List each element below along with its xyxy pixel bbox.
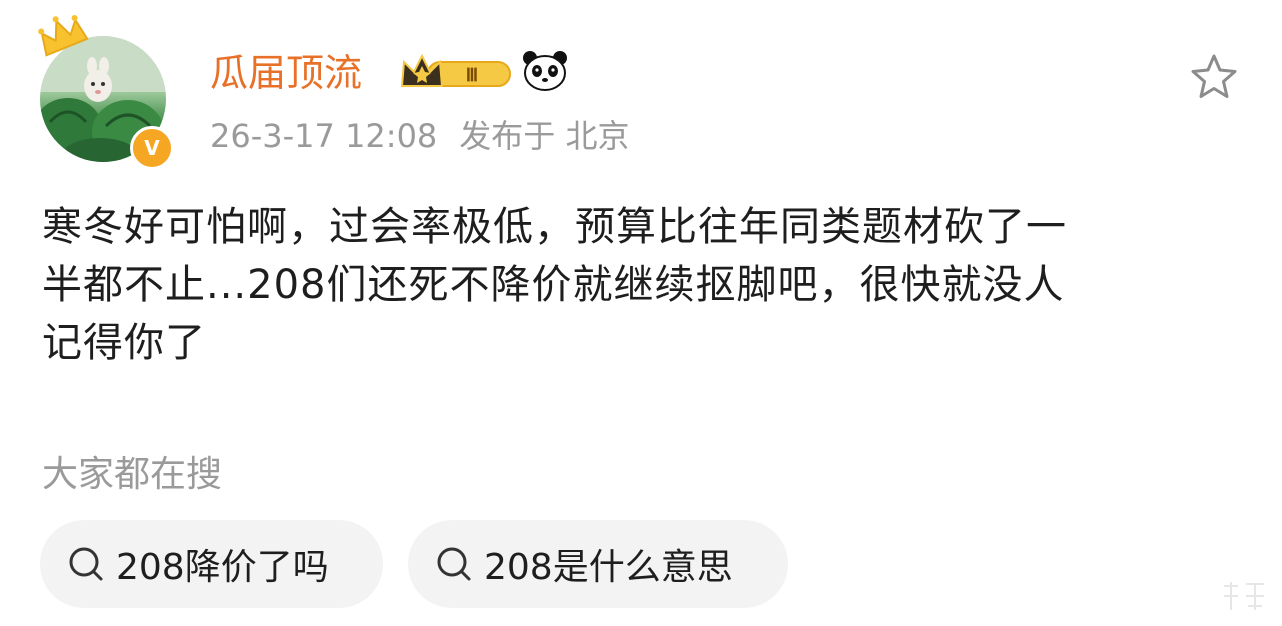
verified-badge-text: V [144,136,160,160]
crown-icon [38,15,89,57]
search-icon [437,547,471,581]
author-name[interactable]: 瓜届顶流 [210,48,362,98]
watermark [1224,582,1264,610]
related-search-chip[interactable]: 208降价了吗 [40,520,383,608]
author-avatar-group[interactable]: V [32,10,182,170]
post-meta: 26-3-17 12:08 发布于 北京 [210,114,629,158]
panda-icon[interactable] [522,50,568,92]
post-body: 寒冬好可怕啊，过会率极低，预算比往年同类题材砍了一 半都不止...208们还死不… [42,198,1242,372]
post-body-line: 寒冬好可怕啊，过会率极低，预算比往年同类题材砍了一 [42,204,1067,250]
related-searches-label: 大家都在搜 [42,454,223,495]
post-body-line: 半都不止...208们还死不降价就继续抠脚吧，很快就没人 [42,262,1065,308]
level-crown-badge-icon[interactable]: Ⅲ [398,50,516,94]
post-body-line: 记得你了 [42,320,206,366]
level-badge-text: Ⅲ [466,65,478,85]
related-search-chip[interactable]: 208是什么意思 [408,520,788,608]
search-icon [69,547,103,581]
post-location: 发布于 北京 [459,117,630,155]
verified-v-icon: V [130,126,174,170]
star-icon[interactable] [1188,52,1240,102]
related-search-text: 208是什么意思 [484,547,733,588]
related-search-text: 208降价了吗 [116,547,329,588]
post-timestamp: 26-3-17 12:08 [210,117,438,155]
